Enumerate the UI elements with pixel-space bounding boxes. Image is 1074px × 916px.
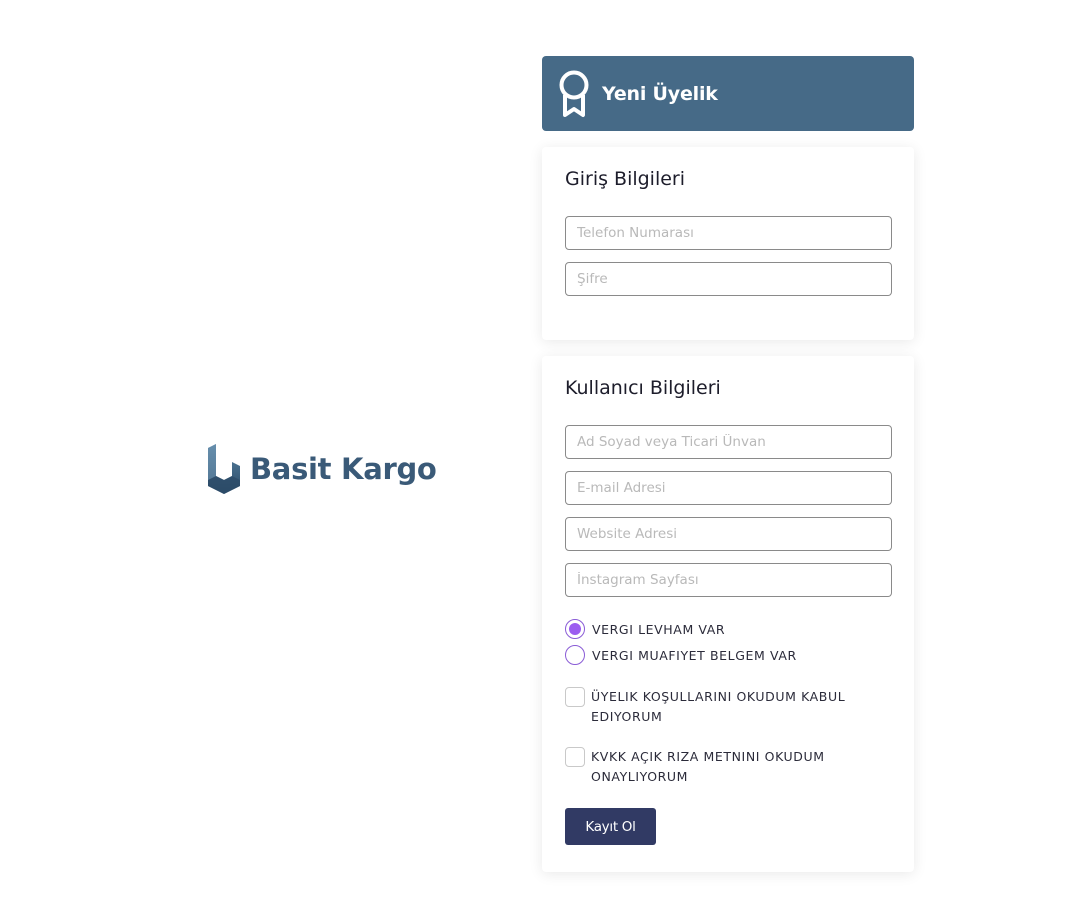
award-ribbon-icon — [559, 70, 589, 117]
membership-terms-checkbox-row[interactable]: ÜYELIK KOŞULLARINI OKUDUM KABUL EDIYORUM — [565, 687, 892, 727]
password-input[interactable] — [565, 262, 892, 296]
page-title: Yeni Üyelik — [602, 82, 718, 105]
kvkk-consent-label[interactable]: KVKK AÇIK RIZA METNINI OKUDUM ONAYLIYORU… — [591, 747, 881, 787]
radio-tax-plate-label[interactable]: VERGI LEVHAM VAR — [592, 622, 725, 637]
kvkk-consent-checkbox-row[interactable]: KVKK AÇIK RIZA METNINI OKUDUM ONAYLIYORU… — [565, 747, 892, 787]
user-info-card: Kullanıcı Bilgileri VERGI LEVHAM VAR VER… — [542, 356, 914, 872]
website-input[interactable] — [565, 517, 892, 551]
login-info-title: Giriş Bilgileri — [565, 168, 686, 190]
radio-button-selected[interactable] — [565, 619, 585, 639]
registration-header: Yeni Üyelik — [542, 56, 914, 131]
login-info-card: Giriş Bilgileri — [542, 147, 914, 340]
kvkk-consent-checkbox[interactable] — [565, 747, 585, 767]
register-button[interactable]: Kayıt Ol — [565, 808, 656, 845]
brand-name: Basit Kargo — [250, 452, 437, 486]
radio-tax-exemption[interactable]: VERGI MUAFIYET BELGEM VAR — [565, 645, 892, 665]
instagram-input[interactable] — [565, 563, 892, 597]
brand-logo: Basit Kargo — [206, 440, 438, 498]
radio-tax-plate[interactable]: VERGI LEVHAM VAR — [565, 619, 892, 639]
membership-terms-label[interactable]: ÜYELIK KOŞULLARINI OKUDUM KABUL EDIYORUM — [591, 687, 881, 727]
membership-terms-checkbox[interactable] — [565, 687, 585, 707]
phone-input[interactable] — [565, 216, 892, 250]
tax-status-radio-group: VERGI LEVHAM VAR VERGI MUAFIYET BELGEM V… — [565, 619, 892, 665]
user-info-title: Kullanıcı Bilgileri — [565, 377, 721, 399]
radio-selected-dot — [569, 623, 581, 635]
radio-button[interactable] — [565, 645, 585, 665]
email-input[interactable] — [565, 471, 892, 505]
basit-kargo-logo-icon — [208, 444, 240, 494]
full-name-input[interactable] — [565, 425, 892, 459]
radio-tax-exemption-label[interactable]: VERGI MUAFIYET BELGEM VAR — [592, 648, 797, 663]
